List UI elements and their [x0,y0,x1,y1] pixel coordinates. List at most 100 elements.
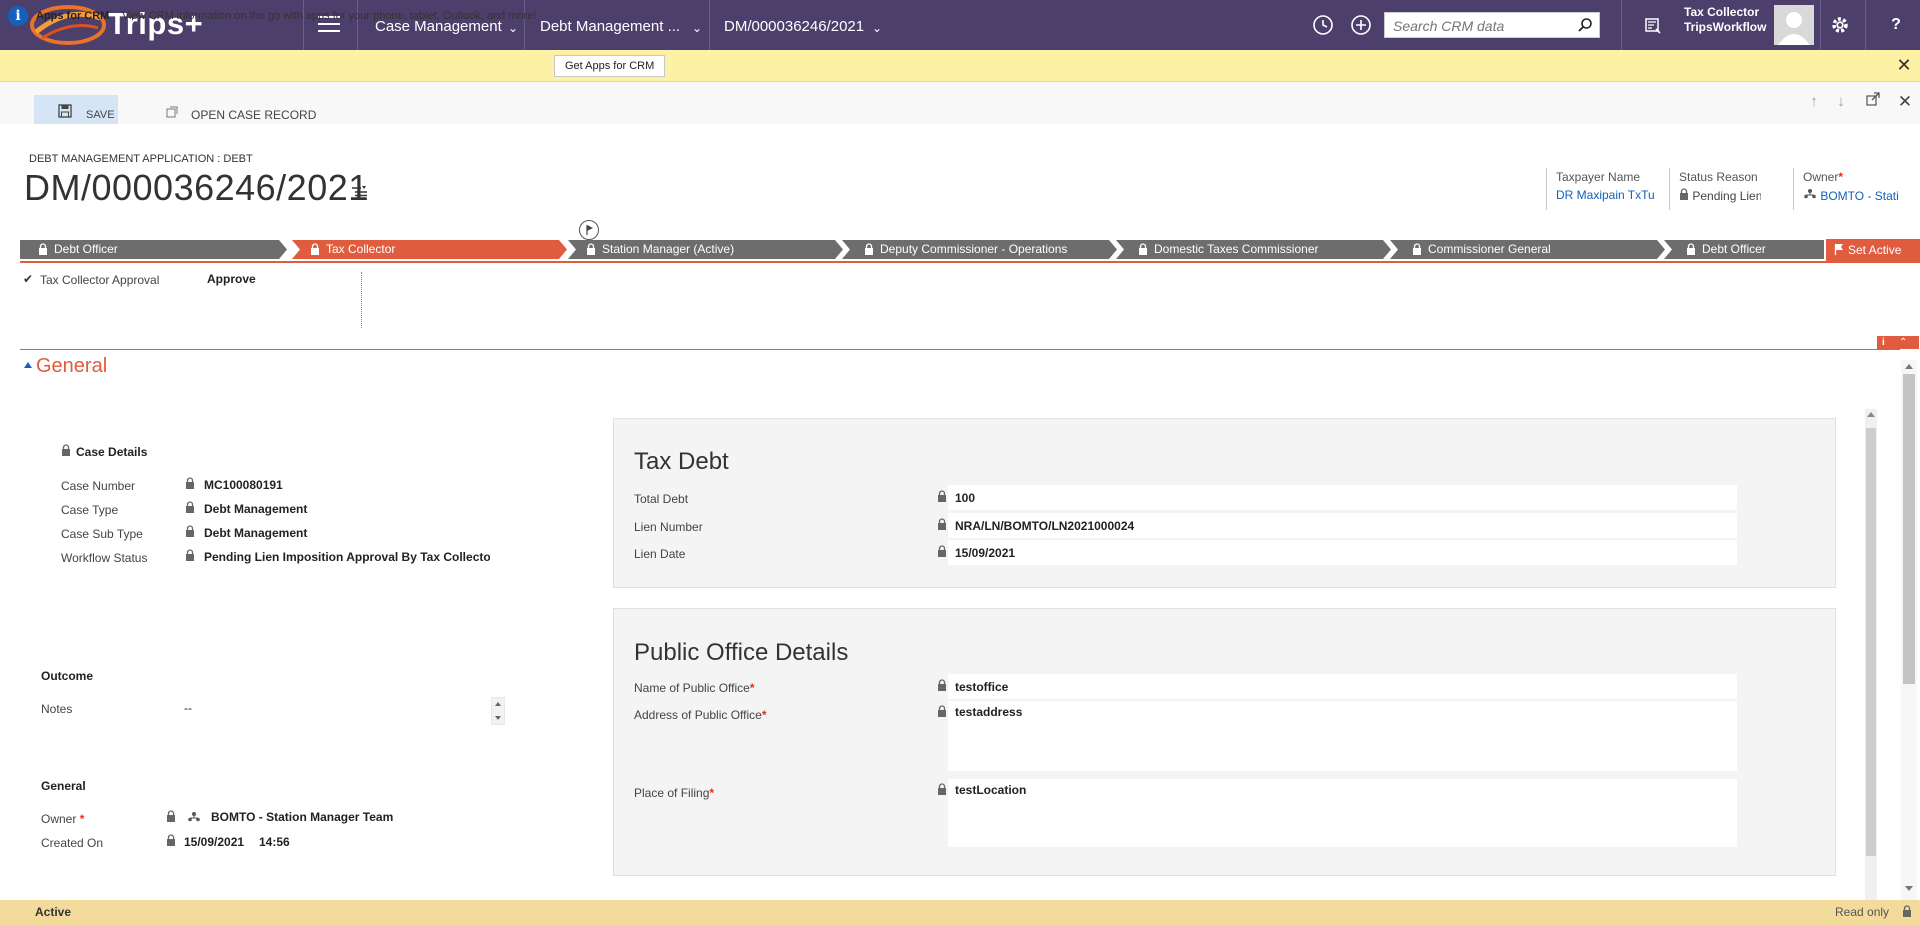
collapse-up-icon[interactable]: ⌃ [1899,336,1907,349]
case-type-label: Case Type [61,503,119,517]
stage-domestic-taxes-commissioner[interactable]: Domestic Taxes Commissioner [1116,240,1391,259]
owner-value[interactable]: BOMTO - Stati [1803,188,1903,203]
open-case-record-button[interactable]: OPEN CASE RECORD [191,108,316,122]
lock-icon [186,525,194,537]
stage-deputy-commissioner-operations[interactable]: Deputy Commissioner - Operations [842,240,1117,259]
lock-icon [1687,243,1695,255]
tax-debt-title: Tax Debt [634,448,729,475]
entity-label: DEBT MANAGEMENT APPLICATION : DEBT [29,153,253,165]
user-org: TripsWorkflow [1684,20,1767,34]
active-stage-flag-icon [579,220,599,240]
field-label: Status Reason [1679,170,1758,184]
stage-label: Domestic Taxes Commissioner [1154,242,1319,256]
notes-value[interactable]: -- [184,701,192,715]
header-field-status-reason: Status Reason Pending Lien [1669,168,1785,210]
help-icon[interactable]: ? [1883,12,1909,38]
advanced-find-icon[interactable] [1640,12,1666,38]
chevron-down-icon[interactable]: ⌄ [508,0,518,50]
search-box[interactable] [1384,12,1600,38]
case-details-title: Case Details [76,445,148,459]
owner-link[interactable]: BOMTO - Station Manager Team [211,810,393,824]
lien-number-label: Lien Number [634,520,703,534]
inner-scrollbar-thumb[interactable] [1866,428,1876,856]
case-sub-type-label: Case Sub Type [61,527,143,541]
taxpayer-name-link[interactable]: DR Maxipain TxTu [1556,188,1656,202]
lock-icon [938,679,946,691]
form-selector-icon[interactable] [351,186,369,203]
create-new-icon[interactable] [1348,12,1374,38]
status-reason-text: Pending Lien [1692,189,1761,203]
app-logo[interactable]: Trips+ [28,2,258,48]
total-debt-value: 100 [955,491,976,505]
top-nav-bar [0,0,1920,50]
general-title: General [41,779,86,793]
set-active-button[interactable]: Set Active [1826,239,1920,261]
stage-debt-officer-final[interactable]: Debt Officer [1664,240,1824,259]
stage-tax-collector[interactable]: Tax Collector [292,240,567,259]
scroll-down-icon[interactable] [1905,886,1913,891]
public-office-address-label: Address of Public Office* [634,708,767,722]
required-asterisk: * [761,708,767,722]
get-apps-button[interactable]: Get Apps for CRM [554,55,666,77]
required-asterisk: * [709,786,715,800]
lien-date-field [948,540,1737,565]
lock-icon [864,243,874,255]
save-button[interactable]: SAVE [34,95,118,124]
owner-label-text: Owner [41,812,77,826]
stage-commissioner-general[interactable]: Commissioner General [1390,240,1665,259]
stage-label: Debt Officer [54,242,118,256]
case-type-value: Debt Management [204,502,308,516]
arrow-up-icon[interactable]: ↑ [1804,92,1824,112]
notification-title: Apps for CRM [36,10,110,22]
process-bar-underline [20,261,1920,263]
scroll-up-icon[interactable] [1905,364,1913,369]
lock-icon [938,783,946,795]
status-footer [0,900,1920,925]
nav-area-case-management[interactable]: Case Management [375,0,502,50]
created-on-date: 15/09/2021 [184,835,245,849]
step-value[interactable]: Approve [207,272,256,286]
close-icon[interactable]: ✕ [1895,92,1915,112]
lien-date-value: 15/09/2021 [955,546,1016,560]
avatar[interactable] [1774,5,1814,45]
workflow-status-link[interactable]: Pending Lien Imposition Approval By Tax … [204,550,490,564]
section-collapse-icon[interactable] [24,362,32,368]
section-title-general[interactable]: General [36,355,107,378]
page-scrollbar-thumb[interactable] [1903,374,1915,684]
arrow-down-icon[interactable]: ↓ [1831,92,1851,112]
nav-record[interactable]: DM/000036246/2021 [724,0,864,50]
scroll-up-icon[interactable] [1867,412,1875,417]
pop-out-icon[interactable] [1863,92,1883,112]
lien-date-label: Lien Date [634,547,686,561]
public-office-name-field [948,674,1737,699]
public-office-name-value: testoffice [955,680,1009,694]
nav-separator [709,0,710,50]
user-info[interactable]: Tax Collector TripsWorkflow [1684,5,1766,35]
stage-station-manager[interactable]: Station Manager (Active) [568,240,843,259]
place-of-filing-label: Place of Filing* [634,786,714,800]
owner-link-text[interactable]: BOMTO - Stati [1820,189,1898,203]
header-field-owner[interactable]: Owner* BOMTO - Stati [1793,168,1913,210]
lock-icon [1138,243,1148,255]
label-text: Address of Public Office [634,708,762,722]
search-icon[interactable] [1577,17,1593,33]
search-input[interactable] [1391,14,1575,38]
read-only-indicator: Read only [1835,905,1912,919]
notes-scroll-stepper[interactable] [490,696,506,726]
place-of-filing-field [948,779,1737,847]
chevron-down-icon[interactable]: ⌄ [692,0,702,50]
section-controls: i ⌃ [1877,336,1919,349]
info-icon[interactable]: i [1882,336,1885,349]
public-office-title: Public Office Details [634,639,849,666]
stage-debt-officer[interactable]: Debt Officer [20,240,287,259]
lock-icon [167,810,175,822]
recent-history-icon[interactable] [1310,12,1336,38]
chevron-down-icon[interactable]: ⌄ [872,0,882,50]
nav-entity-debt-management[interactable]: Debt Management ... [540,0,680,50]
header-field-taxpayer-name[interactable]: Taxpayer Name DR Maxipain TxTu [1546,168,1666,210]
close-icon[interactable]: ✕ [1894,55,1914,75]
page-title: DM/000036246/2021 [24,167,369,208]
save-label: SAVE [86,109,115,121]
gear-icon[interactable] [1827,12,1853,38]
step-divider [361,272,362,328]
